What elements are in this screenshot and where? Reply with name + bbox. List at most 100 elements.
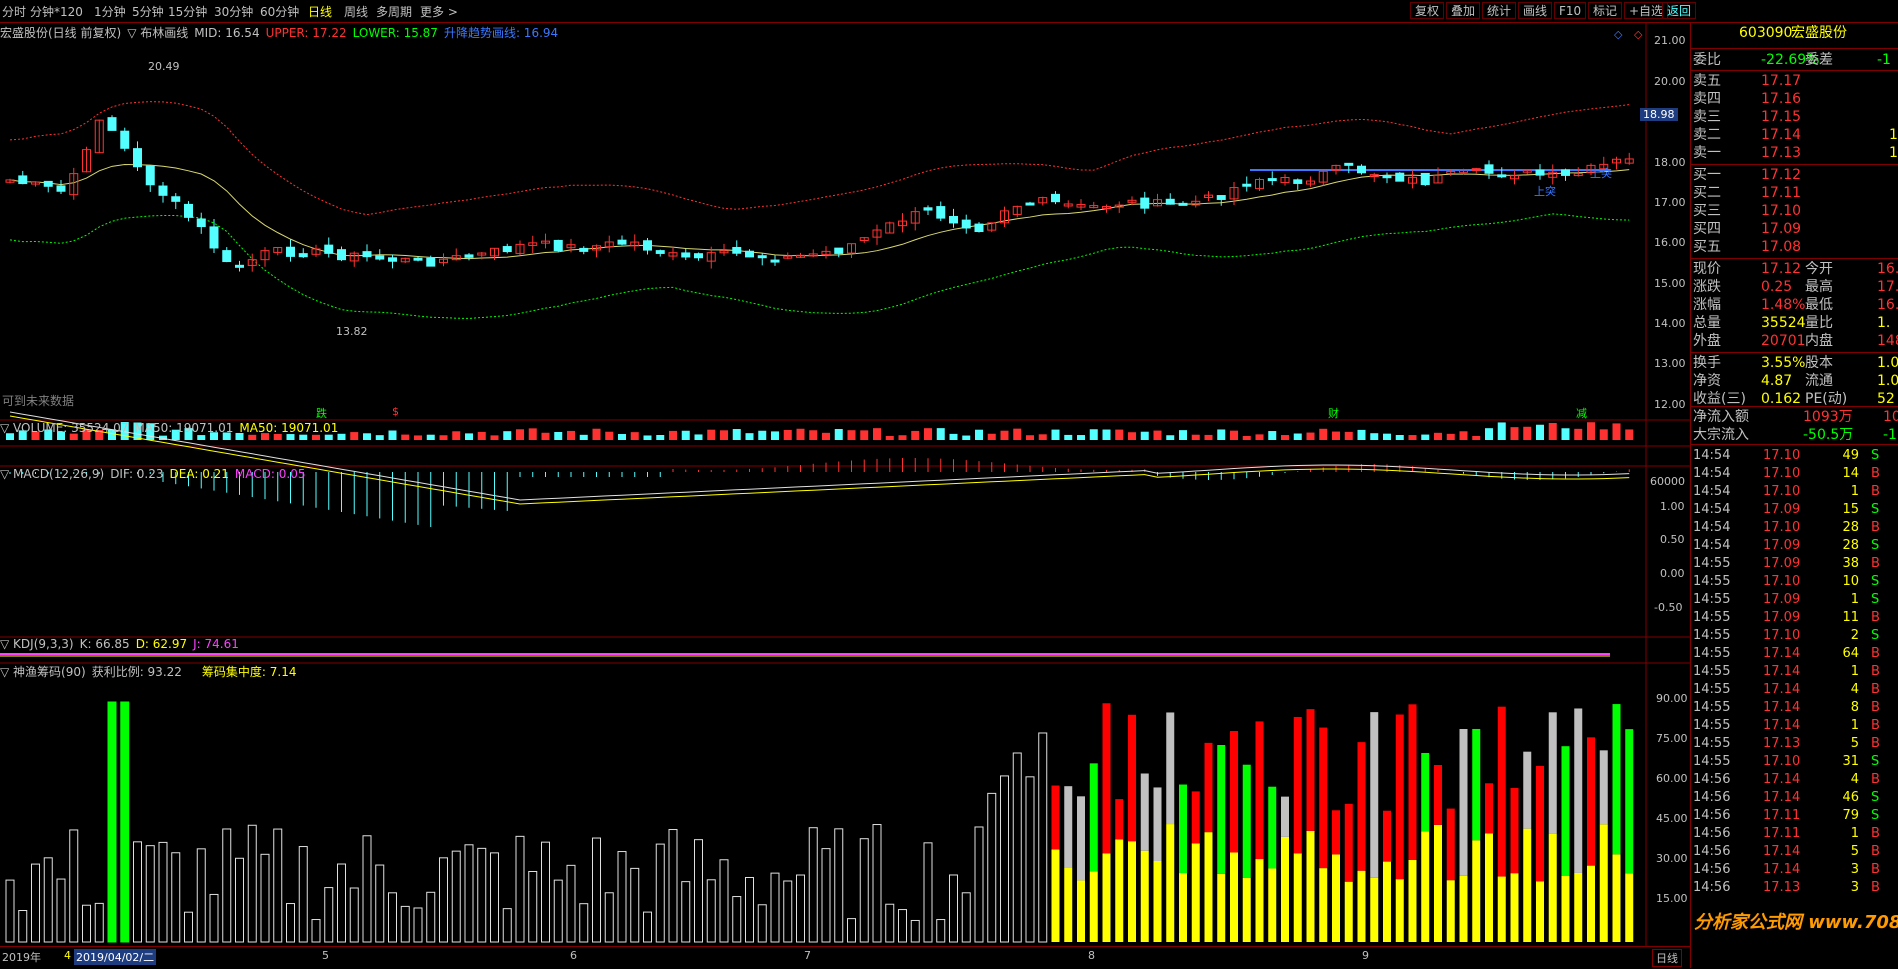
volume-bar — [936, 428, 945, 440]
candle — [413, 257, 423, 261]
chip-bar-top — [1612, 704, 1621, 855]
chip-bar-yellow — [1064, 867, 1073, 942]
mark-button[interactable]: 标记 — [1588, 2, 1623, 19]
chip-bar-top — [1421, 752, 1430, 832]
overlay-button[interactable]: 叠加 — [1446, 2, 1481, 19]
chip-bar — [196, 848, 206, 943]
period-fenshi[interactable]: 分时 — [2, 3, 26, 20]
chip-profit: 获利比例: 93.22 — [91, 665, 182, 679]
stat-label: 最高 — [1805, 279, 1833, 295]
kdj-label[interactable]: ▽ KDJ(9,3,3) — [0, 637, 74, 651]
chip-bar-top — [1089, 763, 1098, 872]
tick-side: B — [1871, 772, 1880, 787]
chip-bar-yellow — [1230, 852, 1238, 942]
chip-bar — [541, 841, 550, 943]
volume-label[interactable]: ▽ VOLUME: 35524.07 — [0, 421, 128, 435]
chip-bar — [898, 909, 907, 943]
f10-button[interactable]: F10 — [1554, 2, 1587, 19]
tick-price: 17.09 — [1763, 592, 1801, 607]
flow-label: 大宗流入 — [1693, 427, 1749, 443]
period-60min[interactable]: 60分钟 — [260, 3, 299, 20]
tick-price: 17.09 — [1763, 610, 1801, 625]
chip-bar — [5, 879, 15, 943]
chip-bar — [872, 824, 882, 943]
signal-breakout-2: 上突 — [1534, 185, 1556, 198]
volume-bar — [949, 433, 958, 440]
period-daily[interactable]: 日线 — [308, 3, 332, 20]
chip-bar — [298, 846, 308, 943]
candle — [1561, 169, 1570, 176]
volume-bar — [822, 432, 830, 440]
daily-tab[interactable]: 日线 — [1652, 949, 1682, 967]
stat-label: 涨跌 — [1693, 279, 1721, 295]
tick-volume: 1 — [1850, 718, 1859, 733]
candle — [579, 247, 589, 252]
chip-bar-yellow — [1268, 868, 1277, 942]
month-label: 4 — [64, 949, 71, 962]
period-weekly[interactable]: 周线 — [344, 3, 368, 20]
diamond-icon-red[interactable]: ◇ — [1634, 28, 1642, 41]
chip-bar — [94, 902, 104, 943]
chip-bar-top — [1115, 799, 1124, 840]
tick-side: B — [1871, 556, 1880, 571]
chip-bar — [579, 903, 589, 943]
tick-row: 14:54 17.09 28 S — [1691, 537, 1898, 555]
chip-bar-yellow — [1472, 840, 1481, 942]
chart-area[interactable] — [0, 22, 1690, 946]
tick-price: 17.10 — [1763, 466, 1801, 481]
year-label: 2019年 — [2, 951, 41, 964]
period-1min[interactable]: 1分钟 — [94, 3, 126, 20]
volume-bar — [1000, 430, 1009, 440]
diamond-icon[interactable]: ◇ — [1614, 28, 1622, 41]
ask-price: 17.15 — [1761, 109, 1802, 125]
chip-bar — [273, 828, 283, 943]
chip-bar-yellow — [1306, 830, 1315, 942]
chip-bar-top — [1332, 810, 1340, 855]
chip-bar — [502, 908, 512, 943]
chip-label[interactable]: ▽ 神渔筹码(90) — [0, 665, 86, 679]
chip-bar — [311, 919, 321, 943]
period-120min[interactable]: 分钟*120 — [30, 3, 83, 20]
period-15min[interactable]: 15分钟 — [168, 3, 207, 20]
volume-bar — [720, 430, 728, 440]
stat-value: 4.87 — [1761, 373, 1793, 389]
bid-row: 买五 17.08 — [1691, 238, 1898, 256]
chip-bar-yellow — [1319, 868, 1328, 942]
chip-bar — [43, 857, 53, 943]
stat-label: 净资 — [1693, 373, 1721, 389]
main-panel-header: 宏盛股份(日线 前复权) ▽ 布林画线 MID: 16.54 UPPER: 17.22… — [0, 24, 564, 41]
candle — [681, 252, 691, 258]
candle — [1165, 198, 1175, 205]
volume-header: ▽ VOLUME: 35524.07 MA50: 19071.01 MA50: 19… — [0, 421, 344, 435]
chip-bar — [388, 892, 397, 943]
stats-button[interactable]: 统计 — [1482, 2, 1517, 19]
volume-bar — [987, 433, 996, 440]
tick-price: 17.14 — [1763, 862, 1801, 877]
volume-bar — [1191, 434, 1200, 440]
candle — [1357, 165, 1366, 174]
period-30min[interactable]: 30分钟 — [214, 3, 253, 20]
period-more[interactable]: 更多 > — [420, 3, 458, 20]
draw-button[interactable]: 画线 — [1518, 2, 1553, 19]
low-price-label: 13.82 — [336, 325, 368, 338]
boll-upper-line — [9, 101, 1630, 216]
chip-bar — [974, 826, 984, 943]
chip-bar — [235, 857, 244, 943]
candle — [936, 206, 946, 219]
volume-bar — [809, 430, 818, 440]
chip-bar — [770, 872, 780, 943]
candle — [694, 253, 703, 259]
tick-time: 14:54 — [1693, 502, 1731, 517]
signal-breakout-1: 上突 — [1590, 167, 1612, 180]
candle — [1216, 195, 1226, 200]
macd-header: ▽ MACD(12,26,9) DIF: 0.23 DEA: 0.21 MACD: 0… — [0, 467, 311, 481]
chip-bar — [286, 903, 295, 943]
macd-label[interactable]: ▽ MACD(12,26,9) — [0, 467, 104, 481]
boll-indicator-name[interactable]: ▽ 布林画线 — [127, 26, 188, 40]
period-5min[interactable]: 5分钟 — [132, 3, 164, 20]
fuquan-button[interactable]: 复权 — [1410, 2, 1445, 19]
back-button[interactable]: 返回 — [1662, 2, 1697, 19]
period-multi[interactable]: 多周期 — [376, 3, 412, 20]
volume-bar — [1485, 428, 1493, 440]
volume-bar — [1357, 429, 1366, 440]
